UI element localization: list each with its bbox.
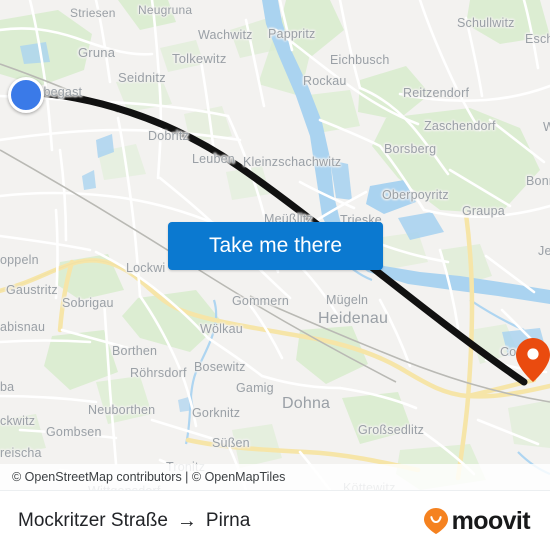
route-origin-label: Mockritzer Straße xyxy=(18,510,168,531)
route-destination-label: Pirna xyxy=(205,510,251,531)
moovit-logo[interactable]: moovit xyxy=(423,491,531,551)
footer-bar: Mockritzer Straße → Pirna moovit xyxy=(0,490,550,551)
map-canvas[interactable]: Striesen Neugruna Wachwitz Pappritz Schullwi… xyxy=(0,0,550,490)
take-me-there-button[interactable]: Take me there xyxy=(168,222,383,270)
destination-marker[interactable] xyxy=(515,337,550,383)
origin-marker[interactable] xyxy=(8,77,44,113)
route-summary: Mockritzer Straße → Pirna xyxy=(18,491,250,551)
map-attribution: © OpenStreetMap contributors | © OpenMap… xyxy=(0,464,550,490)
moovit-wordmark: moovit xyxy=(451,506,531,535)
arrow-right-icon: → xyxy=(176,510,197,532)
moovit-route-preview: Striesen Neugruna Wachwitz Pappritz Schullwi… xyxy=(0,0,550,551)
moovit-pin-icon xyxy=(423,508,448,534)
